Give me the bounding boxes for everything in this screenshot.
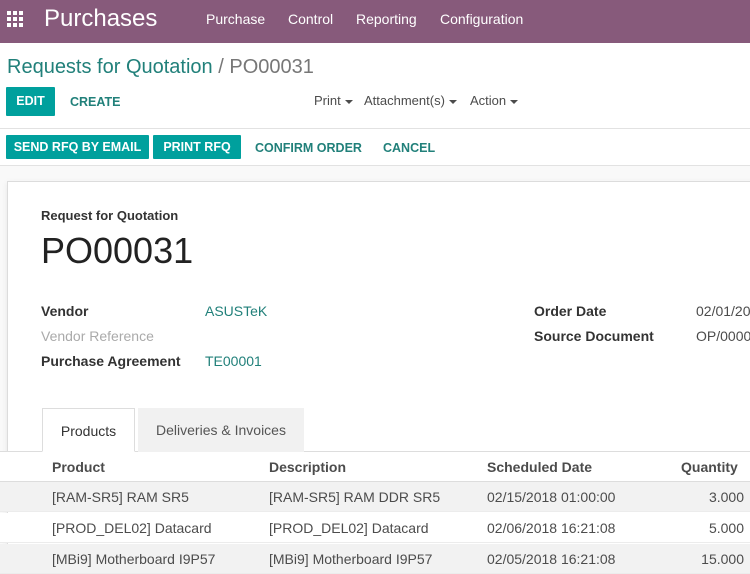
top-navbar: Purchases Purchase Control Reporting Con… (0, 0, 750, 43)
cell-description: [MBi9] Motherboard I9P57 (269, 551, 433, 567)
cell-quantity: 3.000 (708, 489, 744, 505)
document-number: PO00031 (41, 230, 194, 271)
purchase-agreement-value-link[interactable]: TE00001 (205, 353, 262, 369)
tab-products[interactable]: Products (42, 408, 135, 452)
cell-product: [RAM-SR5] RAM SR5 (52, 489, 189, 505)
vendor-value-link[interactable]: ASUSTeK (205, 303, 267, 319)
cell-quantity: 5.000 (708, 520, 744, 536)
menu-configuration[interactable]: Configuration (440, 10, 523, 28)
cell-description: [RAM-SR5] RAM DDR SR5 (269, 489, 441, 505)
tab-deliveries-invoices[interactable]: Deliveries & Invoices (138, 408, 304, 452)
breadcrumb-current: PO00031 (229, 56, 314, 78)
create-button[interactable]: CREATE (70, 95, 120, 109)
send-rfq-email-button[interactable]: SEND RFQ BY EMAIL (6, 135, 149, 159)
apps-grid-icon[interactable] (7, 11, 25, 29)
edit-button[interactable]: EDIT (6, 87, 55, 116)
column-header-description[interactable]: Description (269, 459, 346, 475)
source-document-label: Source Document (534, 328, 654, 344)
purchase-agreement-label: Purchase Agreement (41, 353, 181, 369)
column-header-scheduled-date[interactable]: Scheduled Date (487, 459, 592, 475)
menu-reporting[interactable]: Reporting (356, 10, 417, 28)
chevron-down-icon (510, 99, 519, 104)
vendor-label: Vendor (41, 303, 89, 319)
breadcrumb-separator: / (218, 56, 224, 78)
print-dropdown[interactable]: Print (314, 93, 353, 108)
confirm-order-button[interactable]: CONFIRM ORDER (255, 141, 362, 155)
column-header-product[interactable]: Product (52, 459, 105, 475)
cell-scheduled-date: 02/05/2018 16:21:08 (487, 551, 616, 567)
cell-scheduled-date: 02/15/2018 01:00:00 (487, 489, 616, 505)
order-date-value: 02/01/20 (696, 303, 750, 319)
table-row[interactable]: [PROD_DEL02] Datacard [PROD_DEL02] Datac… (0, 513, 750, 543)
print-rfq-button[interactable]: PRINT RFQ (153, 135, 241, 159)
print-dropdown-label: Print (314, 93, 341, 108)
cell-description: [PROD_DEL02] Datacard (269, 520, 429, 536)
table-row[interactable]: [RAM-SR5] RAM SR5 [RAM-SR5] RAM DDR SR5 … (0, 482, 750, 512)
column-header-quantity[interactable]: Quantity (681, 459, 738, 475)
attachments-dropdown[interactable]: Attachment(s) (364, 93, 457, 108)
action-dropdown-label: Action (470, 93, 507, 108)
menu-control[interactable]: Control (288, 10, 333, 28)
cell-scheduled-date: 02/06/2018 16:21:08 (487, 520, 616, 536)
table-header: Product Description Scheduled Date Quant… (0, 452, 750, 482)
action-dropdown[interactable]: Action (470, 93, 519, 108)
order-date-label: Order Date (534, 303, 607, 319)
breadcrumb-parent-link[interactable]: Requests for Quotation (7, 56, 213, 78)
menu-purchase[interactable]: Purchase (206, 10, 265, 28)
vendor-reference-label: Vendor Reference (41, 328, 154, 344)
app-title[interactable]: Purchases (44, 4, 157, 34)
cell-product: [PROD_DEL02] Datacard (52, 520, 212, 536)
notebook-tabs: Products Deliveries & Invoices (0, 408, 750, 452)
cell-quantity: 15.000 (701, 551, 744, 567)
source-document-value: OP/0000 (696, 328, 750, 344)
chevron-down-icon (448, 99, 457, 104)
control-panel: Requests for Quotation / PO00031 EDIT CR… (0, 43, 750, 129)
attachments-dropdown-label: Attachment(s) (364, 93, 445, 108)
document-type-label: Request for Quotation (41, 208, 179, 223)
table-row[interactable]: [MBi9] Motherboard I9P57 [MBi9] Motherbo… (0, 544, 750, 574)
cell-product: [MBi9] Motherboard I9P57 (52, 551, 216, 567)
chevron-down-icon (344, 99, 353, 104)
cancel-button[interactable]: CANCEL (383, 141, 435, 155)
breadcrumb: Requests for Quotation / PO00031 (7, 55, 314, 79)
workflow-bar: SEND RFQ BY EMAIL PRINT RFQ CONFIRM ORDE… (0, 129, 750, 166)
